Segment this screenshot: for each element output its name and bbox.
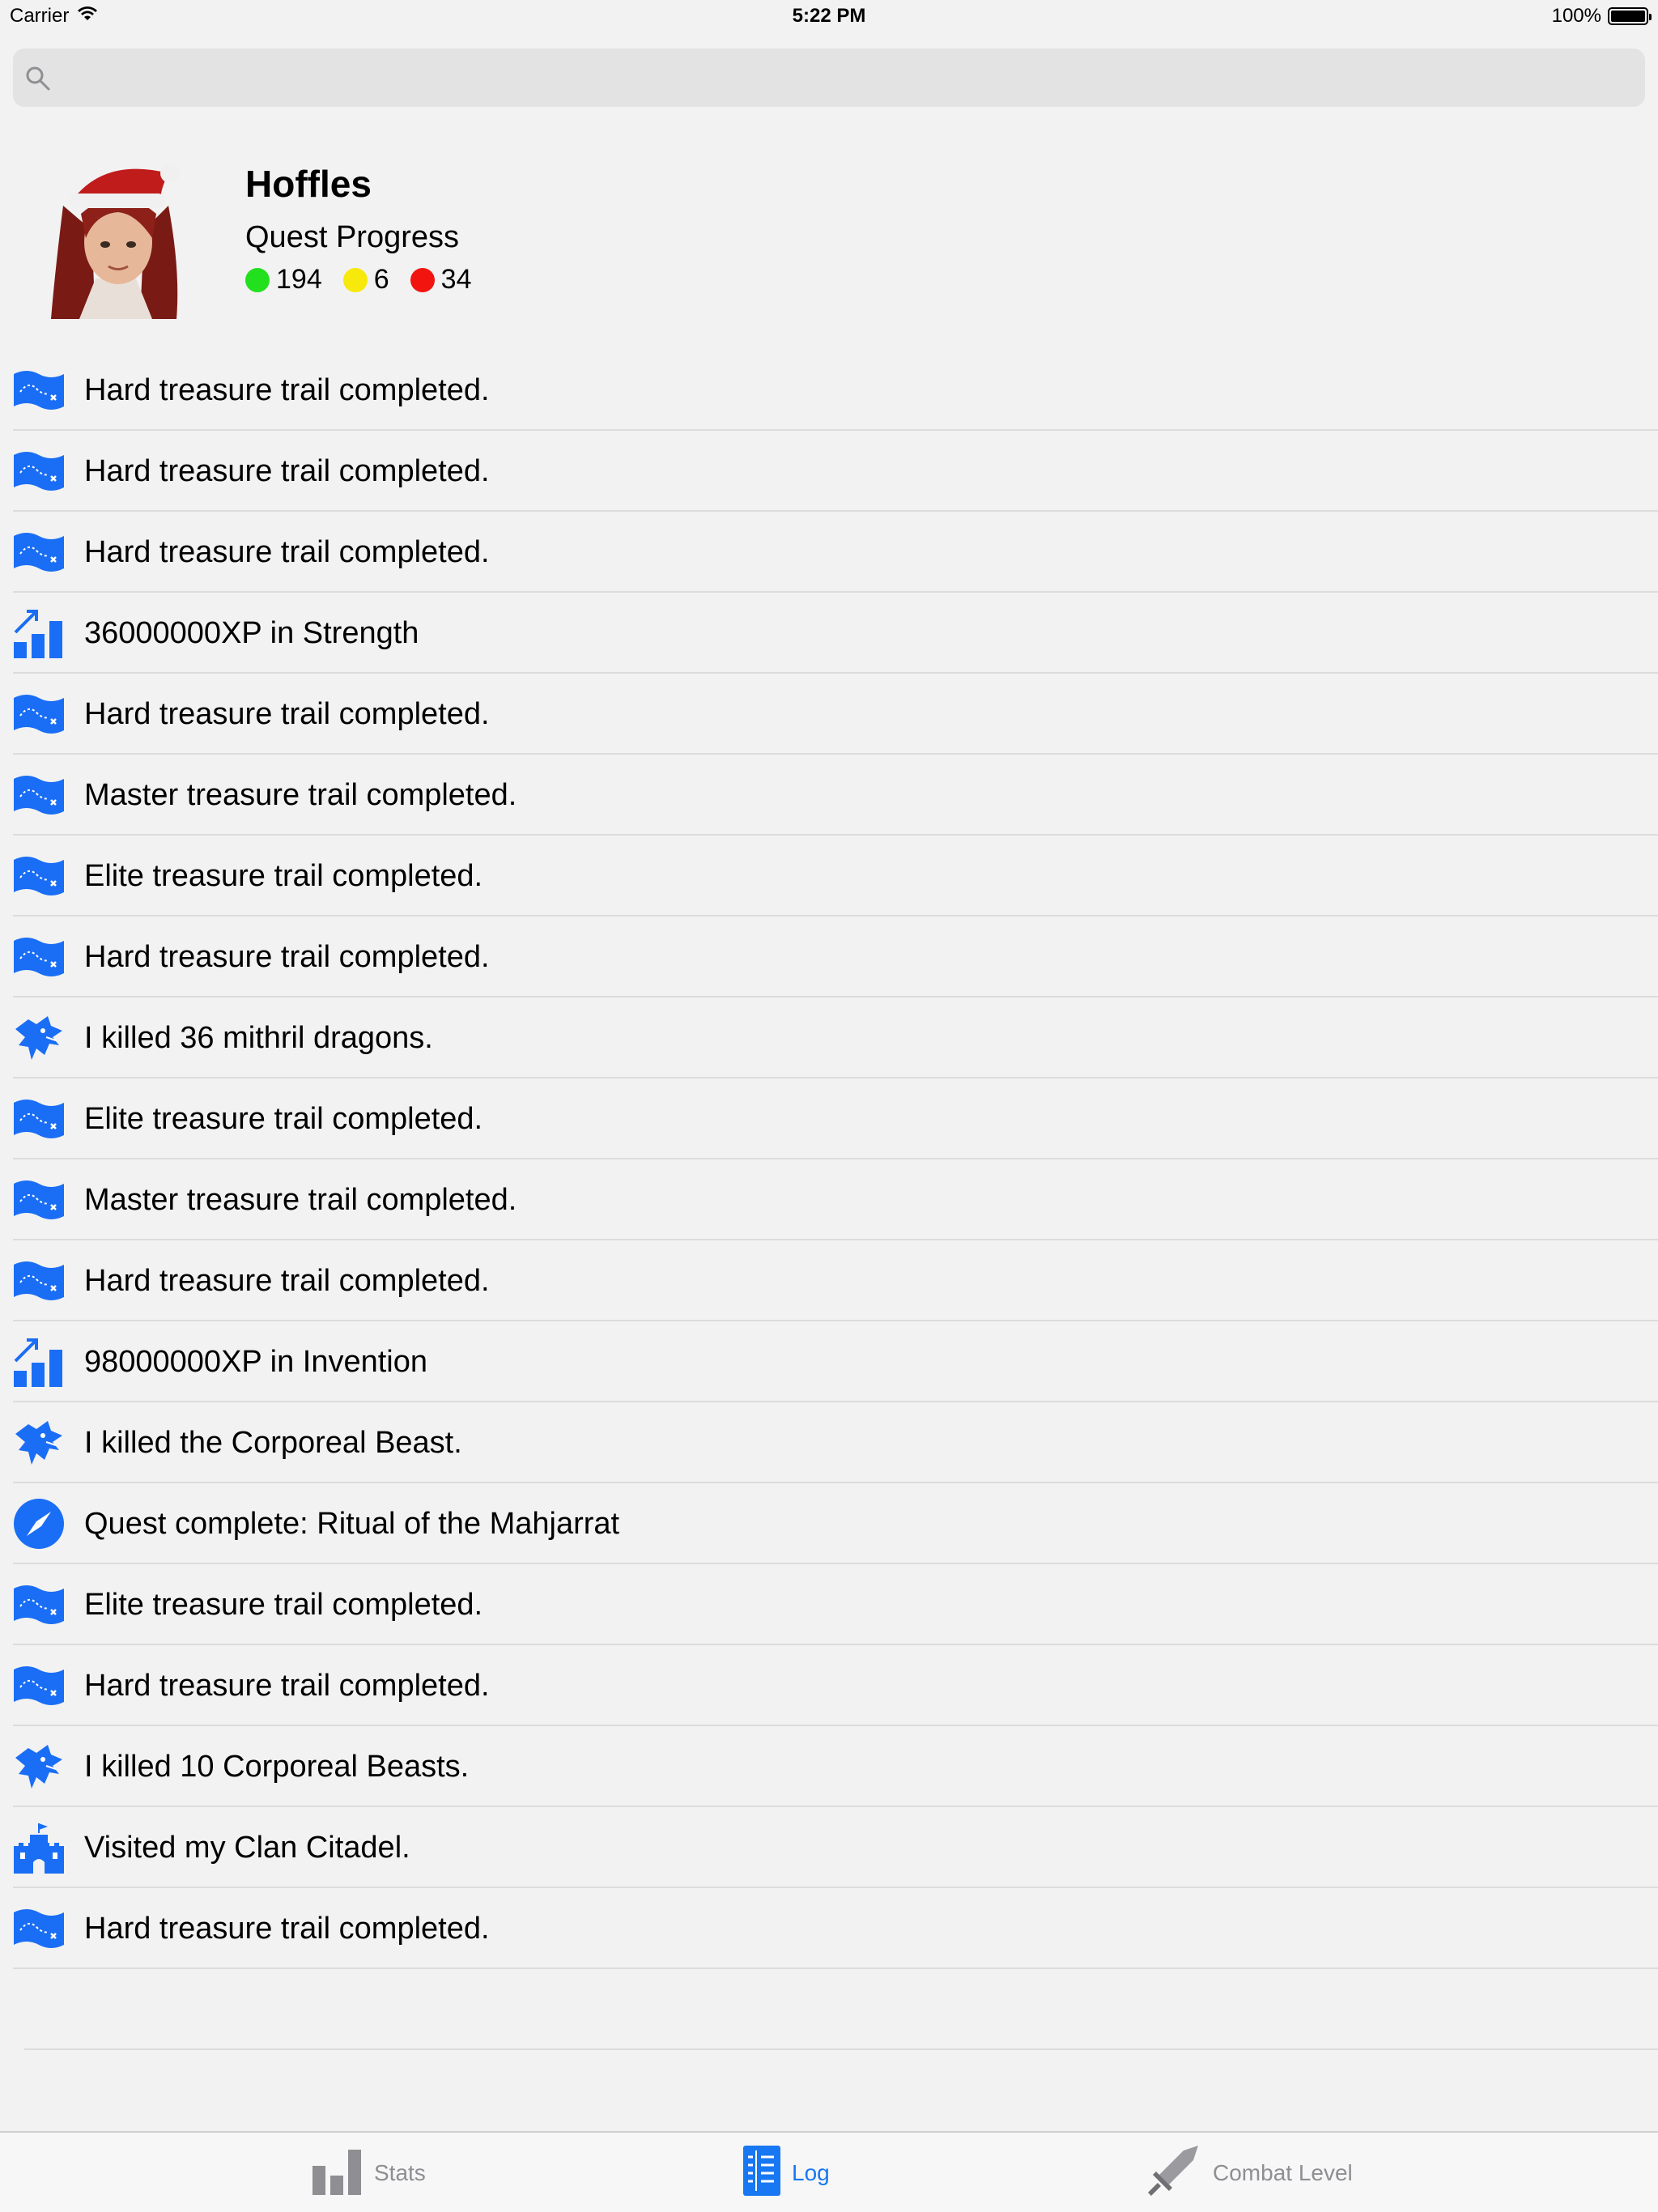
log-row-text: Hard treasure trail completed. [84, 372, 490, 407]
bar-chart-icon [311, 2146, 363, 2201]
log-row[interactable]: Hard treasure trail completed. [0, 512, 1658, 593]
treasure-map-icon [11, 1658, 66, 1713]
dragon-icon [11, 1415, 66, 1470]
log-row[interactable]: Master treasure trail completed. [0, 1159, 1658, 1240]
log-row-text: Elite treasure trail completed. [84, 858, 483, 893]
log-row-text: Hard treasure trail completed. [84, 1263, 490, 1298]
treasure-map-icon [11, 929, 66, 985]
compass-icon [11, 1496, 66, 1551]
treasure-map-icon [11, 768, 66, 823]
xp-chart-icon [11, 606, 66, 661]
quest-completed-group: 194 [245, 264, 322, 296]
log-row[interactable]: Elite treasure trail completed. [0, 1078, 1658, 1159]
activity-log-list: Hard treasure trail completed. Hard treas… [0, 350, 1658, 2050]
log-row[interactable]: Quest complete: Ritual of the Mahjarrat [0, 1483, 1658, 1564]
castle-icon [11, 1820, 66, 1875]
log-row-text: Hard treasure trail completed. [84, 939, 490, 974]
log-row[interactable]: Hard treasure trail completed. [0, 1240, 1658, 1321]
battery-percent: 100% [1551, 5, 1601, 27]
log-row[interactable]: 36000000XP in Strength [0, 593, 1658, 674]
status-time: 5:22 PM [792, 5, 866, 27]
treasure-map-icon [11, 363, 66, 418]
battery-icon [1608, 7, 1652, 25]
treasure-map-icon [11, 687, 66, 742]
battery-group: 100% [1551, 5, 1652, 28]
treasure-map-icon [11, 525, 66, 580]
log-row[interactable]: Visited my Clan Citadel. [0, 1807, 1658, 1888]
log-row[interactable]: Hard treasure trail completed. [0, 350, 1658, 431]
dragon-icon [11, 1010, 66, 1066]
log-row-text: Hard treasure trail completed. [84, 453, 490, 488]
treasure-map-icon [11, 1901, 66, 1956]
log-row-text: 98000000XP in Invention [84, 1344, 427, 1379]
not-started-dot-icon [410, 267, 435, 292]
log-row[interactable]: Elite treasure trail completed. [0, 836, 1658, 917]
search-icon [24, 65, 52, 96]
log-row-text: I killed 36 mithril dragons. [84, 1020, 433, 1055]
quest-completed-count: 194 [276, 264, 322, 295]
log-row-text: Visited my Clan Citadel. [84, 1830, 410, 1865]
log-row-text: I killed the Corporeal Beast. [84, 1425, 462, 1460]
tab-combat-level[interactable]: Combat Level [1145, 2133, 1353, 2212]
treasure-map-icon [11, 1577, 66, 1632]
log-row-text: Hard treasure trail completed. [84, 696, 490, 731]
tab-log-label: Log [792, 2160, 830, 2185]
status-bar: Carrier 5:22 PM 100% [0, 0, 1658, 32]
log-row-text: I killed 10 Corporeal Beasts. [84, 1749, 470, 1784]
log-row-text: Quest complete: Ritual of the Mahjarrat [84, 1506, 620, 1541]
log-row[interactable]: Elite treasure trail completed. [0, 1564, 1658, 1645]
avatar [47, 157, 185, 319]
log-row[interactable]: I killed 36 mithril dragons. [0, 998, 1658, 1078]
quest-started-group: 6 [342, 264, 389, 296]
empty-row [0, 1969, 1658, 2050]
player-name: Hoffles [245, 163, 372, 205]
tab-bar: Stats Log Combat Level [0, 2131, 1658, 2212]
tab-log[interactable]: Log [743, 2133, 830, 2212]
log-row-text: Hard treasure trail completed. [84, 1911, 490, 1946]
tab-stats-label: Stats [374, 2160, 426, 2185]
tab-combat-level-label: Combat Level [1213, 2160, 1353, 2185]
log-row[interactable]: 98000000XP in Invention [0, 1321, 1658, 1402]
quest-not-started-count: 34 [440, 264, 472, 295]
treasure-map-icon [11, 1253, 66, 1308]
treasure-map-icon [11, 1091, 66, 1146]
treasure-map-icon [11, 444, 66, 499]
log-row-text: Hard treasure trail completed. [84, 1668, 490, 1703]
profile-header: Hoffles Quest Progress 194 6 34 [0, 130, 1658, 348]
search-bar[interactable] [13, 49, 1645, 107]
tab-stats[interactable]: Stats [311, 2133, 426, 2212]
log-row[interactable]: Hard treasure trail completed. [0, 917, 1658, 998]
treasure-map-icon [11, 1172, 66, 1227]
quest-started-count: 6 [373, 264, 389, 295]
quest-not-started-group: 34 [410, 264, 472, 296]
log-row[interactable]: I killed the Corporeal Beast. [0, 1402, 1658, 1483]
log-row[interactable]: Hard treasure trail completed. [0, 431, 1658, 512]
list-icon [743, 2145, 780, 2201]
log-row[interactable]: I killed 10 Corporeal Beasts. [0, 1726, 1658, 1807]
quest-progress-label: Quest Progress [245, 220, 459, 254]
treasure-map-icon [11, 849, 66, 904]
log-row[interactable]: Hard treasure trail completed. [0, 1645, 1658, 1726]
log-row[interactable]: Master treasure trail completed. [0, 755, 1658, 836]
quest-counts: 194 6 34 [245, 264, 492, 296]
log-row-text: Elite treasure trail completed. [84, 1101, 483, 1136]
log-row-text: Elite treasure trail completed. [84, 1587, 483, 1622]
dragon-icon [11, 1739, 66, 1794]
sword-icon [1145, 2142, 1201, 2205]
log-row-text: Master treasure trail completed. [84, 777, 517, 812]
log-row[interactable]: Hard treasure trail completed. [0, 1888, 1658, 1969]
search-input[interactable] [70, 49, 1608, 107]
completed-dot-icon [245, 267, 270, 292]
log-row[interactable]: Hard treasure trail completed. [0, 674, 1658, 755]
log-row-text: Hard treasure trail completed. [84, 534, 490, 569]
xp-chart-icon [11, 1334, 66, 1389]
log-row-text: Master treasure trail completed. [84, 1182, 517, 1217]
log-row-text: 36000000XP in Strength [84, 615, 419, 650]
started-dot-icon [342, 267, 368, 292]
